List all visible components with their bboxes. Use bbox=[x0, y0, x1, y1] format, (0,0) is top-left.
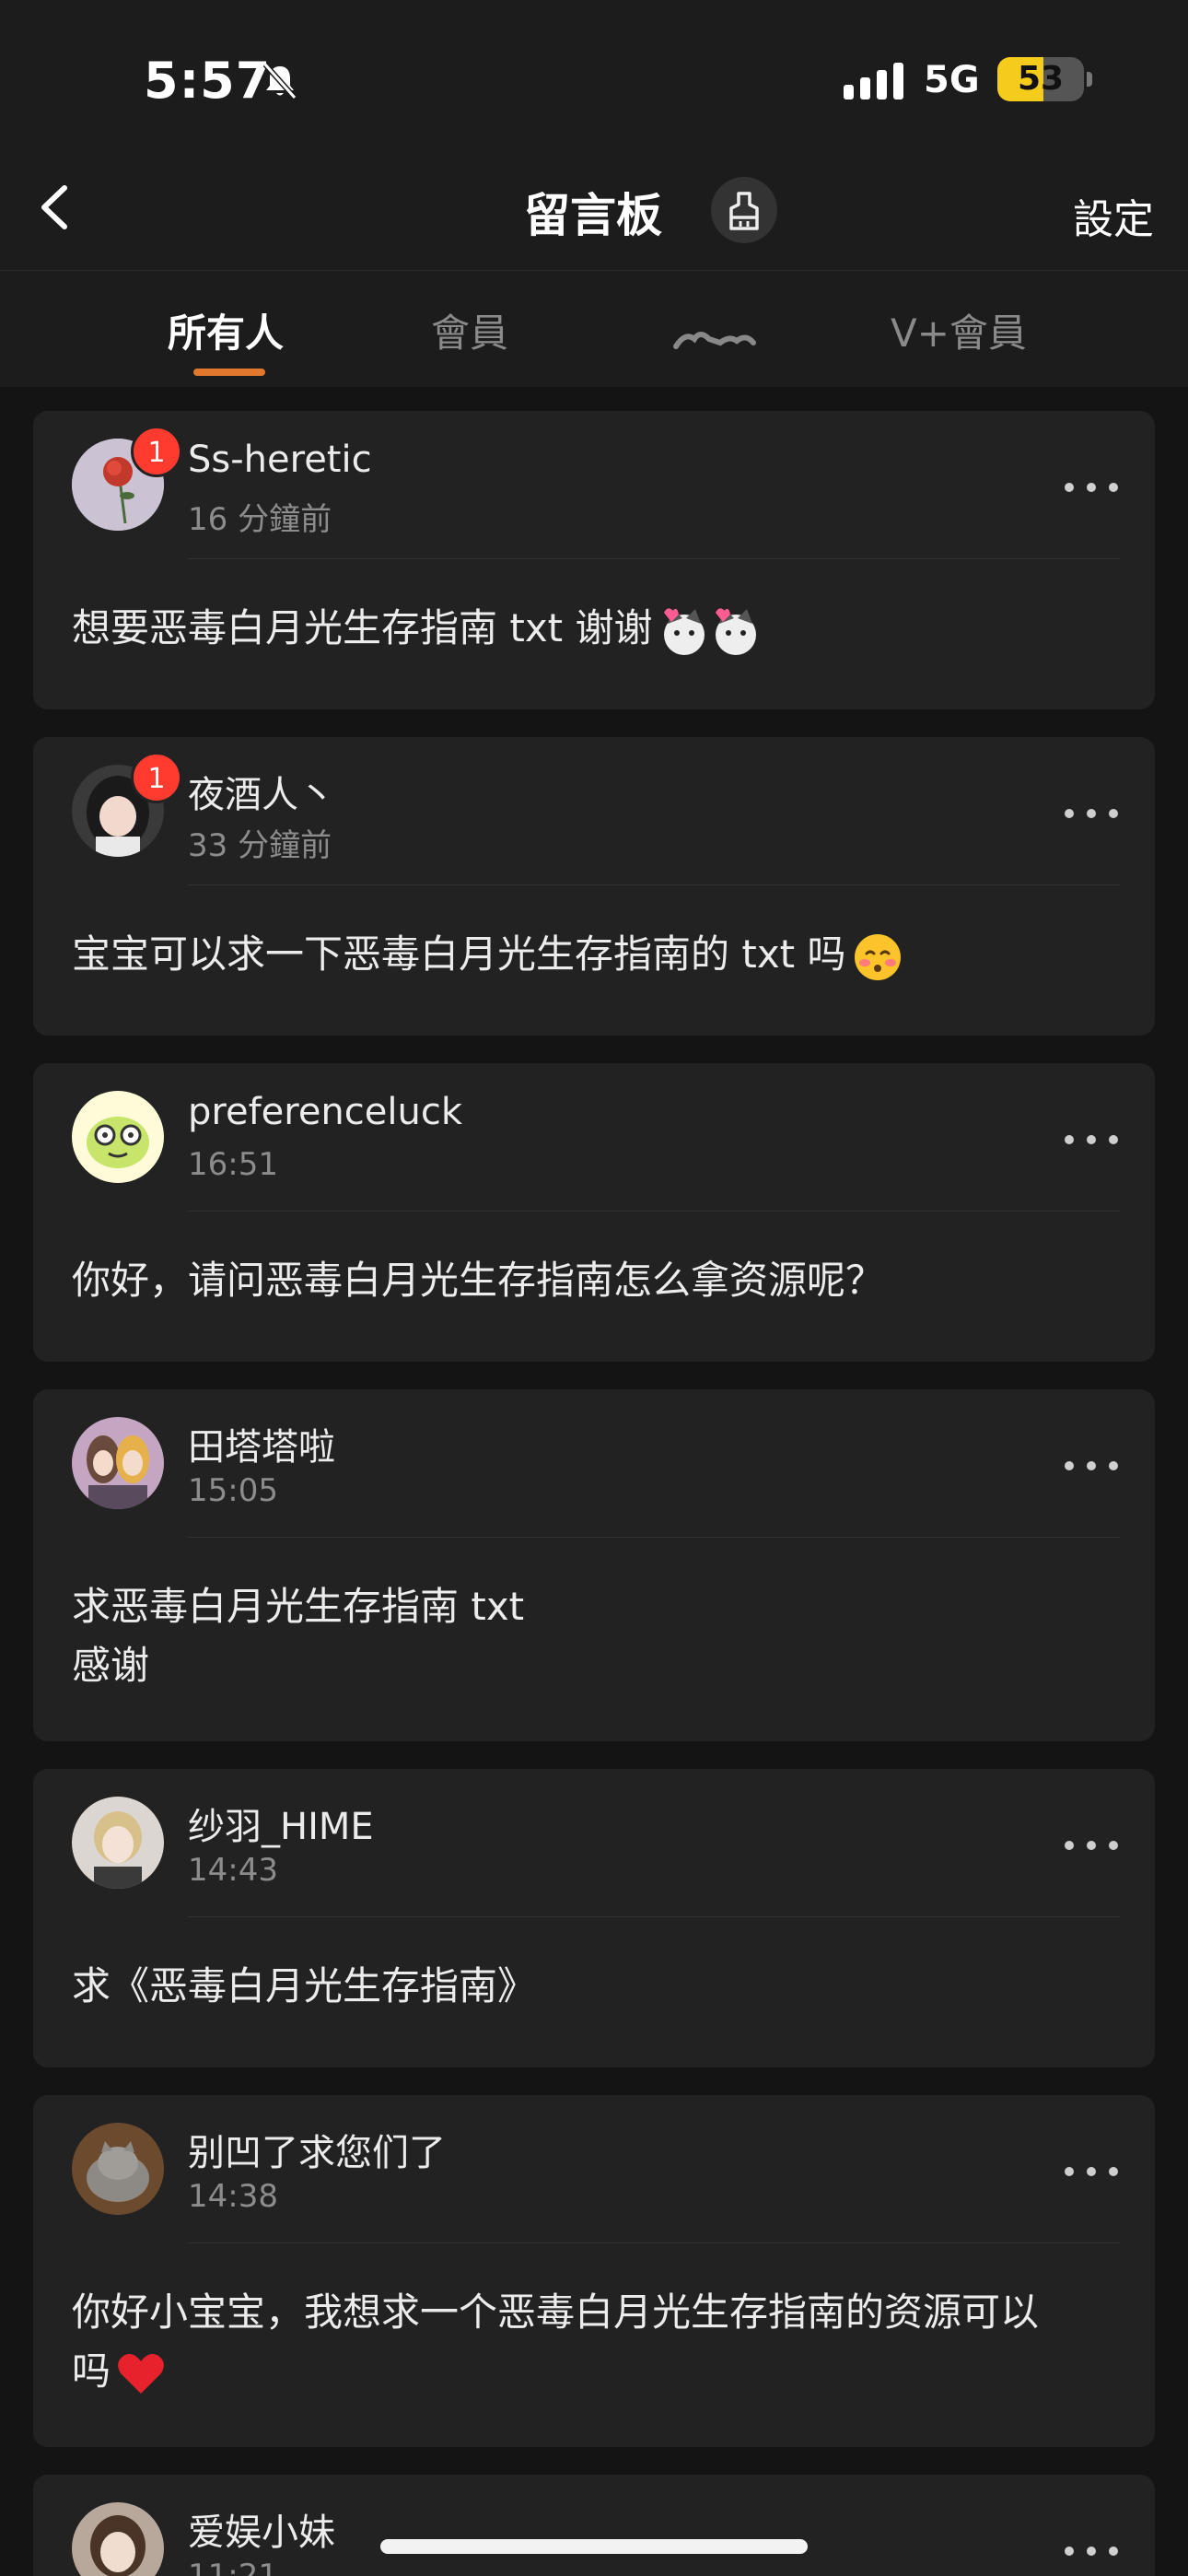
broom-button[interactable] bbox=[711, 177, 777, 243]
more-options-button[interactable] bbox=[1065, 1835, 1120, 1854]
anime-boy-avatar-image bbox=[72, 1797, 164, 1889]
message-text: 宝宝可以求一下恶毒白月光生存指南的 txt 吗 bbox=[72, 925, 1118, 984]
divider bbox=[188, 558, 1120, 559]
divider bbox=[188, 2242, 1120, 2243]
silent-bell-icon bbox=[262, 63, 297, 100]
timestamp: 14:38 bbox=[188, 2178, 278, 2215]
message-card: 爱娱小妹 11:21 bbox=[33, 2475, 1155, 2576]
back-chevron-icon[interactable] bbox=[26, 175, 90, 240]
username[interactable]: 纱羽_HIME bbox=[188, 1797, 374, 1850]
broom-icon bbox=[729, 192, 759, 230]
battery-icon: 53 bbox=[997, 57, 1084, 101]
notification-badge: 1 bbox=[131, 752, 182, 803]
anime-couple-avatar-image bbox=[72, 1417, 164, 1509]
more-options-button[interactable] bbox=[1065, 1130, 1120, 1148]
message-card: 1 Ss-heretic 16 分鐘前 想要恶毒白月光生存指南 txt 谢谢 bbox=[33, 411, 1155, 709]
message-card: preferenceluck 16:51 你好，请问恶毒白月光生存指南怎么拿资源… bbox=[33, 1063, 1155, 1362]
message-line: 你好小宝宝，我想求一个恶毒白月光生存指南的资源可以 bbox=[72, 2289, 1040, 2335]
timestamp: 15:05 bbox=[188, 1472, 278, 1509]
cat-avatar-image bbox=[72, 2123, 164, 2215]
message-card: 1 夜酒人丶 33 分鐘前 宝宝可以求一下恶毒白月光生存指南的 txt 吗 bbox=[33, 737, 1155, 1036]
message-text: 你好小宝宝，我想求一个恶毒白月光生存指南的资源可以 吗 bbox=[72, 2283, 1118, 2401]
divider bbox=[188, 1211, 1120, 1212]
username[interactable]: 爱娱小妹 bbox=[188, 2502, 335, 2556]
divider bbox=[188, 1916, 1120, 1917]
home-indicator[interactable] bbox=[380, 2539, 808, 2554]
nav-bar: 留言板 設定 bbox=[0, 157, 1188, 271]
frog-avatar-image bbox=[72, 1091, 164, 1183]
tab-members[interactable]: 會員 bbox=[431, 302, 508, 358]
avatar[interactable] bbox=[72, 2502, 164, 2576]
message-card: 田塔塔啦 15:05 求恶毒白月光生存指南 txt 感谢 bbox=[33, 1389, 1155, 1741]
tab-blurred-label[interactable] bbox=[672, 326, 757, 350]
more-options-button[interactable] bbox=[1065, 2161, 1120, 2180]
divider bbox=[188, 1537, 1120, 1538]
cellular-signal-icon bbox=[844, 63, 903, 100]
message-text: 想要恶毒白月光生存指南 txt 谢谢 bbox=[72, 599, 1118, 659]
more-options-button[interactable] bbox=[1065, 803, 1120, 822]
notification-badge: 1 bbox=[131, 426, 182, 477]
status-bar: 5:57 5G 53 bbox=[0, 0, 1188, 157]
message-text: 求恶毒白月光生存指南 txt 感谢 bbox=[72, 1577, 1118, 1695]
battery-level: 53 bbox=[1017, 60, 1065, 98]
more-options-button[interactable] bbox=[1065, 477, 1120, 496]
tab-vplus-members[interactable]: V+會員 bbox=[891, 302, 1027, 358]
cat-emoji-icon bbox=[663, 607, 756, 655]
page-title: 留言板 bbox=[524, 189, 662, 242]
avatar[interactable] bbox=[72, 1091, 164, 1183]
message-text: 求《恶毒白月光生存指南》 bbox=[72, 1963, 537, 2008]
tab-everyone[interactable]: 所有人 bbox=[168, 302, 284, 358]
divider bbox=[188, 884, 1120, 885]
battery-cap bbox=[1087, 72, 1092, 87]
message-line-text: 吗 bbox=[72, 2348, 111, 2394]
blush-face-emoji-icon bbox=[854, 933, 901, 980]
message-card: 别凹了求您们了 14:38 你好小宝宝，我想求一个恶毒白月光生存指南的资源可以 … bbox=[33, 2095, 1155, 2447]
message-card: 纱羽_HIME 14:43 求《恶毒白月光生存指南》 bbox=[33, 1769, 1155, 2067]
settings-button[interactable]: 設定 bbox=[1073, 186, 1154, 245]
username[interactable]: Ss-heretic bbox=[188, 439, 372, 481]
more-options-button[interactable] bbox=[1065, 2541, 1120, 2559]
username[interactable]: preferenceluck bbox=[188, 1091, 462, 1133]
timestamp: 33 分鐘前 bbox=[188, 827, 332, 864]
username[interactable]: 别凹了求您们了 bbox=[188, 2123, 446, 2176]
avatar[interactable] bbox=[72, 1797, 164, 1889]
avatar[interactable] bbox=[72, 2123, 164, 2215]
timestamp: 16 分鐘前 bbox=[188, 501, 332, 538]
clock: 5:57 bbox=[144, 52, 272, 110]
active-tab-indicator bbox=[193, 369, 265, 376]
message-text: 你好，请问恶毒白月光生存指南怎么拿资源呢？ bbox=[72, 1258, 885, 1303]
message-line: 感谢 bbox=[72, 1643, 150, 1688]
message-text-body: 想要恶毒白月光生存指南 txt 谢谢 bbox=[72, 605, 653, 650]
username[interactable]: 田塔塔啦 bbox=[188, 1417, 335, 1470]
more-options-button[interactable] bbox=[1065, 1456, 1120, 1474]
tab-bar: 所有人 會員 V+會員 bbox=[0, 271, 1188, 387]
username[interactable]: 夜酒人丶 bbox=[188, 765, 335, 818]
message-text-body: 宝宝可以求一下恶毒白月光生存指南的 txt 吗 bbox=[72, 931, 846, 977]
timestamp: 14:43 bbox=[188, 1852, 278, 1889]
message-line: 吗 bbox=[72, 2342, 1118, 2401]
network-type: 5G bbox=[924, 59, 980, 101]
avatar[interactable] bbox=[72, 1417, 164, 1509]
timestamp: 11:21 bbox=[188, 2558, 278, 2576]
red-heart-emoji-icon bbox=[118, 2353, 164, 2394]
message-line: 求恶毒白月光生存指南 txt bbox=[72, 1584, 525, 1629]
girl-avatar-image bbox=[72, 2502, 164, 2576]
timestamp: 16:51 bbox=[188, 1146, 278, 1183]
